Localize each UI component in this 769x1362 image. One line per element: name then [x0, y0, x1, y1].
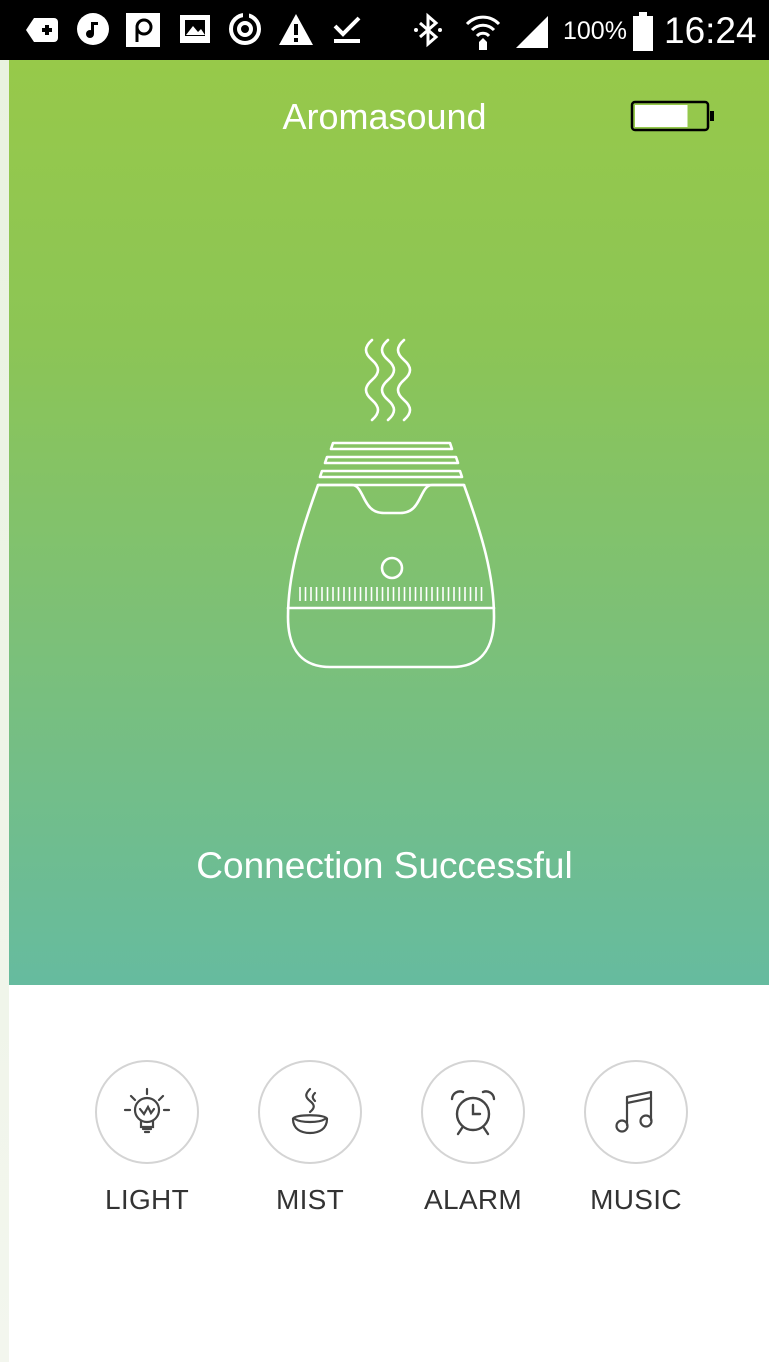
battery-percent: 100%: [563, 17, 627, 45]
wifi-icon: [465, 15, 501, 50]
clock: 16:24: [664, 10, 757, 51]
connection-status: Connection Successful: [196, 845, 573, 886]
bluetooth-icon: [414, 12, 442, 48]
nav-mist-button[interactable]: MIST: [245, 1060, 375, 1216]
alarm-clock-icon: [450, 1090, 496, 1136]
sync-icon: [229, 13, 261, 45]
device-battery-icon: [630, 100, 714, 132]
nav-light-label: LIGHT: [105, 1184, 189, 1215]
nav-alarm-button[interactable]: ALARM: [408, 1060, 538, 1216]
nav-mist-label: MIST: [275, 1184, 345, 1215]
nav-music-button[interactable]: MUSIC: [571, 1060, 701, 1216]
warning-icon: [279, 14, 313, 45]
status-bar: 100% 16:24: [0, 0, 769, 60]
nav-mist-circle[interactable]: [258, 1060, 362, 1164]
download-done-icon: [333, 16, 361, 43]
battery-icon: [633, 12, 653, 51]
nav-light-circle[interactable]: [95, 1060, 199, 1164]
music-note-icon: [77, 13, 109, 45]
gallery-icon: [180, 15, 210, 43]
diffuser-illustration: [286, 338, 496, 669]
nav-alarm-label: ALARM: [424, 1184, 522, 1215]
nav-music-circle[interactable]: [584, 1060, 688, 1164]
parking-icon: [126, 13, 160, 47]
music-icon: [615, 1090, 653, 1133]
add-box-icon: [26, 18, 58, 42]
nav-music-label: MUSIC: [590, 1184, 682, 1215]
signal-icon: [516, 16, 548, 48]
nav-light-button[interactable]: LIGHT: [82, 1060, 212, 1216]
nav-alarm-circle[interactable]: [421, 1060, 525, 1164]
left-edge-strip: [0, 60, 9, 1362]
light-bulb-icon: [123, 1087, 171, 1134]
mist-icon: [291, 1087, 329, 1135]
